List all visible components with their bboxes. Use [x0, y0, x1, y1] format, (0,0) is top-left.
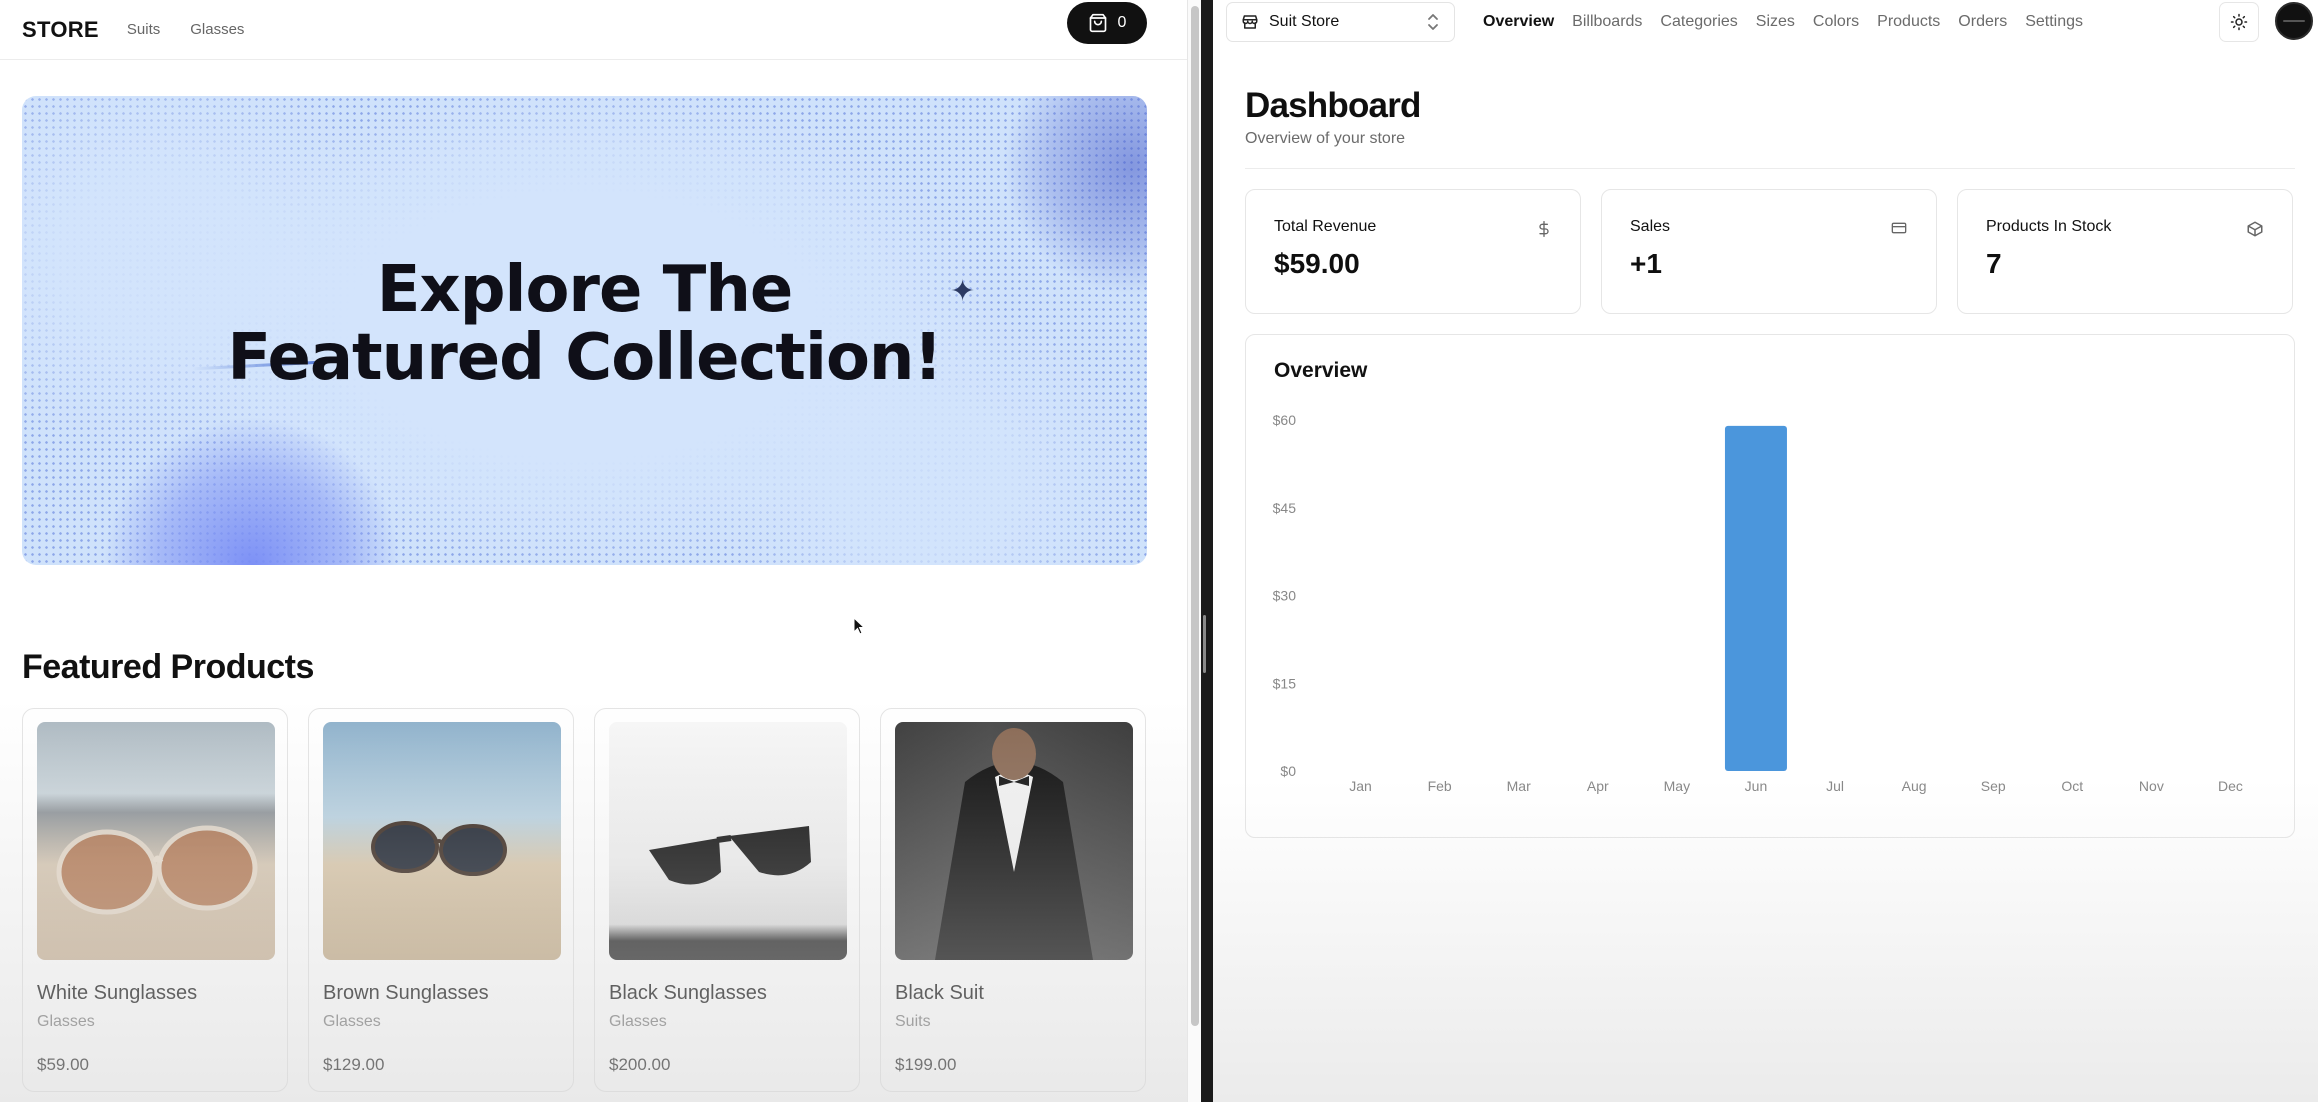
stat-value: 7 — [1986, 248, 2002, 279]
storefront-scrollbar[interactable] — [1187, 0, 1201, 1102]
store-logo[interactable]: STORE — [22, 17, 99, 43]
store-icon — [1242, 15, 1258, 29]
admin-nav: Overview Billboards Categories Sizes Col… — [1483, 13, 2083, 31]
credit-card-icon — [1891, 222, 1907, 234]
product-image[interactable] — [323, 722, 561, 960]
product-card[interactable]: Brown Sunglasses Glasses $129.00 — [308, 708, 574, 1092]
tab-categories[interactable]: Categories — [1660, 13, 1737, 31]
y-tick-label: $45 — [1273, 500, 1297, 516]
stat-card-total-revenue: Total Revenue $59.00 — [1245, 189, 1581, 314]
y-tick-label: $15 — [1273, 675, 1297, 691]
screen: STORE Suits Glasses 0 ✦ Explore The Feat… — [0, 0, 2318, 1102]
y-tick-label: $30 — [1273, 588, 1297, 604]
x-tick-label: Sep — [1981, 778, 2006, 794]
product-image[interactable] — [609, 722, 847, 960]
store-switcher-label: Suit Store — [1269, 13, 1340, 30]
product-category: Glasses — [37, 1013, 95, 1030]
product-category: Suits — [895, 1013, 931, 1030]
x-tick-label: Mar — [1507, 778, 1531, 794]
chevrons-up-down-icon — [1428, 14, 1438, 30]
product-price: $129.00 — [323, 1055, 385, 1074]
product-price: $59.00 — [37, 1055, 89, 1074]
bar-jun — [1724, 425, 1787, 771]
x-tick-label: Feb — [1428, 778, 1452, 794]
store-header: STORE Suits Glasses 0 — [0, 0, 1187, 60]
product-image[interactable] — [37, 722, 275, 960]
dollar-icon — [1539, 221, 1549, 237]
mouse-cursor-icon — [853, 617, 866, 635]
product-card[interactable]: White Sunglasses Glasses $59.00 — [22, 708, 288, 1092]
stat-title: Total Revenue — [1274, 218, 1377, 235]
tab-products[interactable]: Products — [1877, 13, 1940, 31]
page-title: Dashboard — [1245, 86, 1421, 125]
product-price: $200.00 — [609, 1055, 671, 1074]
avatar-mark — [2283, 20, 2305, 22]
stat-card-products-in-stock: Products In Stock 7 — [1957, 189, 2293, 314]
y-tick-label: $60 — [1273, 412, 1297, 428]
stat-value: +1 — [1630, 248, 1662, 279]
store-nav: Suits Glasses — [127, 21, 245, 38]
product-name: Black Suit — [895, 982, 984, 1004]
product-list: White Sunglasses Glasses $59.00 Brown Su… — [22, 708, 1147, 1102]
billboard-line-1: Explore The — [376, 253, 794, 327]
theme-toggle-button[interactable] — [2219, 2, 2259, 42]
x-tick-label: Jul — [1826, 778, 1844, 794]
revenue-bar-chart: $0 $15 $30 $45 $60 Jan Feb Mar Apr May Jun Jul Aug Se… — [1273, 412, 2243, 794]
storefront-window: STORE Suits Glasses 0 ✦ Explore The Feat… — [0, 0, 1187, 1102]
tab-overview[interactable]: Overview — [1483, 13, 1554, 31]
admin-window: Suit Store Overview Billboards Categorie… — [1213, 0, 2318, 1102]
nav-link-suits[interactable]: Suits — [127, 21, 160, 38]
admin-header: Suit Store Overview Billboards Categorie… — [1213, 0, 2318, 44]
tab-colors[interactable]: Colors — [1813, 13, 1859, 31]
stat-title: Sales — [1630, 218, 1671, 235]
product-price: $199.00 — [895, 1055, 957, 1074]
x-tick-label: Apr — [1587, 778, 1609, 794]
featured-products-heading: Featured Products — [22, 648, 314, 686]
overview-card: Overview $0 $15 $30 $45 $60 Jan Feb Mar Apr May Ju… — [1245, 334, 2295, 838]
stat-value: $59.00 — [1274, 248, 1360, 279]
sunglasses-image — [649, 826, 811, 885]
nav-link-glasses[interactable]: Glasses — [190, 21, 244, 38]
sunglasses-image — [371, 821, 507, 876]
product-image[interactable] — [895, 722, 1133, 960]
product-category: Glasses — [609, 1013, 667, 1030]
store-switcher[interactable]: Suit Store — [1226, 2, 1455, 42]
window-divider[interactable] — [1201, 0, 1213, 1102]
stat-card-sales: Sales +1 — [1601, 189, 1937, 314]
stat-title: Products In Stock — [1986, 218, 2112, 235]
x-tick-label: Aug — [1902, 778, 1927, 794]
x-tick-label: Dec — [2218, 778, 2243, 794]
tab-orders[interactable]: Orders — [1958, 13, 2007, 31]
divider-grip[interactable] — [1203, 615, 1206, 673]
billboard-line-2: Featured Collection! — [227, 321, 942, 395]
scrollbar-thumb[interactable] — [1191, 6, 1199, 1026]
y-tick-label: $0 — [1280, 763, 1296, 779]
product-card[interactable]: Black Suit Suits $199.00 — [880, 708, 1146, 1092]
header-divider — [1245, 168, 2295, 169]
tab-billboards[interactable]: Billboards — [1572, 13, 1642, 31]
sun-icon — [2230, 13, 2248, 31]
product-category: Glasses — [323, 1013, 381, 1030]
x-tick-label: Nov — [2139, 778, 2164, 794]
x-tick-label: Jan — [1349, 778, 1372, 794]
x-tick-label: Jun — [1745, 778, 1768, 794]
billboard-banner: ✦ Explore The Featured Collection! — [22, 96, 1147, 565]
product-name: White Sunglasses — [37, 982, 198, 1004]
tab-sizes[interactable]: Sizes — [1756, 13, 1795, 31]
user-avatar[interactable] — [2275, 2, 2313, 40]
x-tick-label: Oct — [2061, 778, 2083, 794]
tab-settings[interactable]: Settings — [2025, 13, 2083, 31]
x-tick-label: May — [1664, 778, 1690, 794]
page-subtitle: Overview of your store — [1245, 130, 1406, 147]
cart-button[interactable]: 0 — [1067, 2, 1147, 44]
cart-count: 0 — [1117, 14, 1127, 31]
product-card[interactable]: Black Sunglasses Glasses $200.00 — [594, 708, 860, 1092]
package-icon — [2247, 221, 2263, 237]
sunglasses-image — [56, 825, 258, 915]
product-name: Black Sunglasses — [609, 982, 767, 1004]
suit-image — [935, 728, 1093, 960]
product-name: Brown Sunglasses — [323, 982, 489, 1004]
shopping-bag-icon — [1089, 13, 1106, 33]
billboard-title: Explore The Featured Collection! — [22, 256, 1147, 392]
